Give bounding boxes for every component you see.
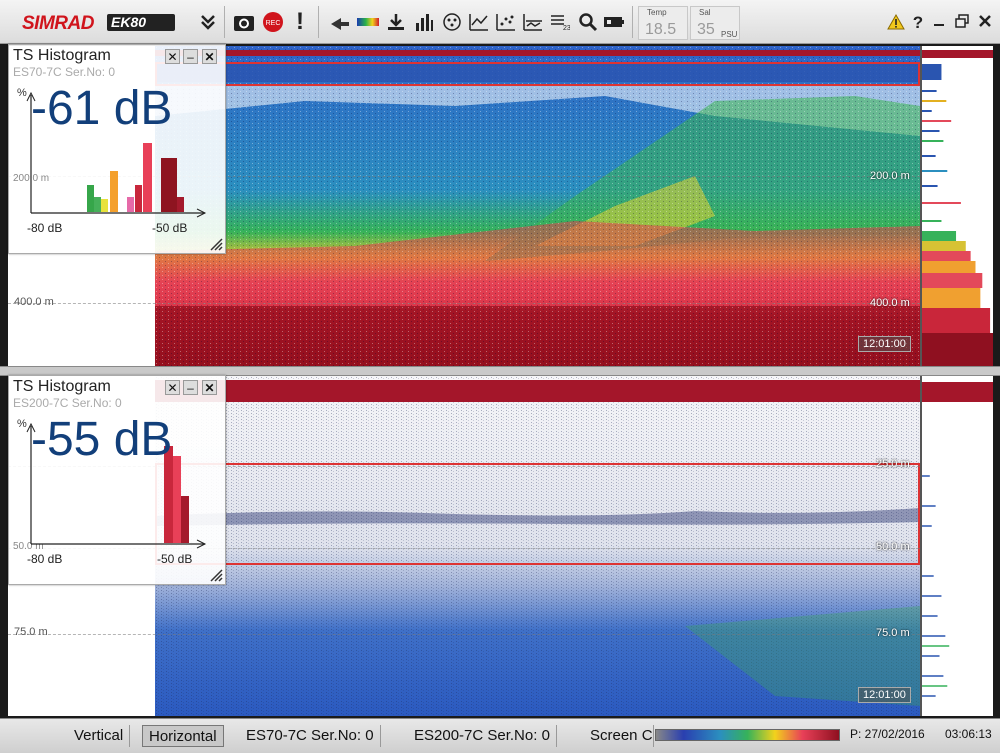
simrad-logo: SIMRAD [22, 13, 94, 34]
ek80-logo: EK80 [107, 14, 175, 31]
status-bar: Vertical Horizontal ES70-7C Ser.No: 0 ES… [0, 718, 1000, 753]
x-axis-min: -80 dB [27, 221, 63, 235]
x-axis-max: -50 dB [152, 221, 188, 235]
bar-chart-icon[interactable] [412, 10, 436, 34]
warning-icon[interactable] [884, 10, 908, 34]
ping-time-label: 12:01:00 [858, 687, 911, 703]
tab-screen-capture[interactable]: Screen C [584, 725, 654, 747]
ts-range-box-es200[interactable] [155, 463, 920, 565]
position-date: P: 27/02/2016 [850, 727, 925, 741]
depth-label-right: 200.0 m [870, 170, 910, 182]
salinity-label: Sal [699, 8, 711, 17]
echogram-es70[interactable] [155, 46, 920, 366]
help-icon[interactable]: ? [909, 14, 927, 32]
layer-list-icon[interactable]: 23 [548, 10, 572, 34]
ts-value: -55 dB [31, 413, 173, 466]
x-axis-max: -50 dB [157, 552, 193, 566]
resize-grip-icon[interactable] [207, 566, 223, 582]
ts-value: -61 dB [31, 82, 173, 135]
svg-text:23: 23 [563, 25, 570, 31]
temperature-value: 18.5 [645, 21, 677, 38]
depth-label-right: 25.0 m [876, 458, 910, 470]
tab-horizontal[interactable]: Horizontal [142, 725, 224, 747]
resize-grip-icon[interactable] [207, 235, 223, 251]
tab-vertical[interactable]: Vertical [68, 725, 131, 747]
ping-mode-icon[interactable] [328, 10, 352, 34]
color-scale-icon[interactable] [356, 10, 380, 34]
tab-es200-7c[interactable]: ES200-7C Ser.No: 0 [408, 725, 557, 747]
depth-gridline [8, 303, 920, 304]
ek80-application: SIMRAD EK80 REC ! 23 Temp 18.5 Sal 35 PS… [0, 0, 1000, 753]
battery-icon[interactable] [602, 10, 626, 34]
depth-label-right: 400.0 m [870, 297, 910, 309]
depth-gridline [8, 634, 920, 635]
ts-histogram-es200[interactable]: TS Histogram ES200-7C Ser.No: 0 ✕ – ✕ % … [8, 375, 226, 585]
restore-icon[interactable] [953, 14, 971, 32]
transducer-icon[interactable] [440, 10, 464, 34]
search-icon[interactable] [576, 10, 600, 34]
salinity-readout[interactable]: Sal 35 PSU [690, 6, 740, 40]
clock: 03:06:13 [945, 727, 992, 741]
depth-label-left: 400.0 m [14, 296, 54, 308]
salinity-unit: PSU [721, 30, 738, 39]
ping-time-label: 12:01:00 [858, 336, 911, 352]
temperature-label: Temp [647, 8, 667, 17]
color-scale-bar [655, 729, 840, 741]
depth-label-left: 75.0 m [14, 626, 48, 638]
record-icon[interactable]: REC [261, 10, 285, 34]
ts-range-box-es70[interactable] [155, 62, 920, 86]
temperature-readout[interactable]: Temp 18.5 [638, 6, 688, 40]
depth-label-right: 50.0 m [876, 541, 910, 553]
alarm-icon[interactable]: ! [288, 8, 312, 35]
salinity-value: 35 [697, 21, 715, 38]
ts-detection-icon[interactable] [467, 10, 491, 34]
sv-profile-es70 [920, 46, 993, 366]
close-icon[interactable] [976, 14, 994, 32]
tab-es70-7c[interactable]: ES70-7C Ser.No: 0 [240, 725, 381, 747]
camera-icon[interactable] [232, 10, 256, 34]
depth-label-right: 75.0 m [876, 627, 910, 639]
main-toolbar: SIMRAD EK80 REC ! 23 Temp 18.5 Sal 35 PS… [0, 0, 1000, 44]
expand-menu-icon[interactable] [196, 10, 220, 34]
scatter-icon[interactable] [494, 10, 518, 34]
minimize-icon[interactable] [930, 14, 948, 32]
ts-histogram-es70[interactable]: TS Histogram ES70-7C Ser.No: 0 ✕ – ✕ % 2… [8, 44, 226, 254]
sv-profile-es200 [920, 376, 993, 716]
bottom-detection-icon[interactable] [521, 10, 545, 34]
download-icon[interactable] [384, 10, 408, 34]
x-axis-min: -80 dB [27, 552, 63, 566]
svg-text:REC: REC [266, 20, 281, 27]
